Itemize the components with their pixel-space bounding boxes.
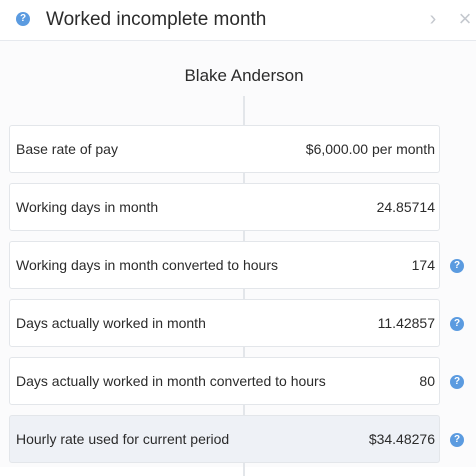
help-icon[interactable]: ? <box>450 259 464 273</box>
row-value: 11.42857 <box>377 315 435 331</box>
close-icon[interactable]: × <box>456 7 474 31</box>
row-label: Days actually worked in month converted … <box>16 373 326 389</box>
row-base-rate: Base rate of pay $6,000.00 per month <box>9 125 440 173</box>
chevron-right-icon[interactable]: › <box>424 7 442 31</box>
row-value: 174 <box>411 257 435 273</box>
row-hourly-rate: Hourly rate used for current period $34.… <box>9 415 440 463</box>
row-label: Base rate of pay <box>16 141 118 157</box>
dialog-header: ? Worked incomplete month › × <box>0 0 476 41</box>
help-icon[interactable]: ? <box>16 12 30 26</box>
dialog-title: Worked incomplete month <box>46 9 267 30</box>
dialog-body: Blake Anderson Base rate of pay $6,000.0… <box>0 41 476 476</box>
row-days-worked-hours: Days actually worked in month converted … <box>9 357 440 405</box>
help-icon[interactable]: ? <box>450 375 464 389</box>
row-days-worked: Days actually worked in month 11.42857 <box>9 299 440 347</box>
row-value: $6,000.00 per month <box>305 141 435 157</box>
row-label: Days actually worked in month <box>16 315 206 331</box>
row-value: $34.48276 <box>368 431 435 447</box>
row-label: Hourly rate used for current period <box>16 431 230 447</box>
help-icon[interactable]: ? <box>450 317 464 331</box>
row-label: Working days in month <box>16 199 159 215</box>
row-working-days-hours: Working days in month converted to hours… <box>9 241 440 289</box>
row-working-days: Working days in month 24.85714 <box>9 183 440 231</box>
row-value: 80 <box>419 373 435 389</box>
row-label: Working days in month converted to hours <box>16 257 278 273</box>
help-icon[interactable]: ? <box>450 433 464 447</box>
employee-name: Blake Anderson <box>184 66 304 85</box>
row-value: 24.85714 <box>376 199 435 215</box>
